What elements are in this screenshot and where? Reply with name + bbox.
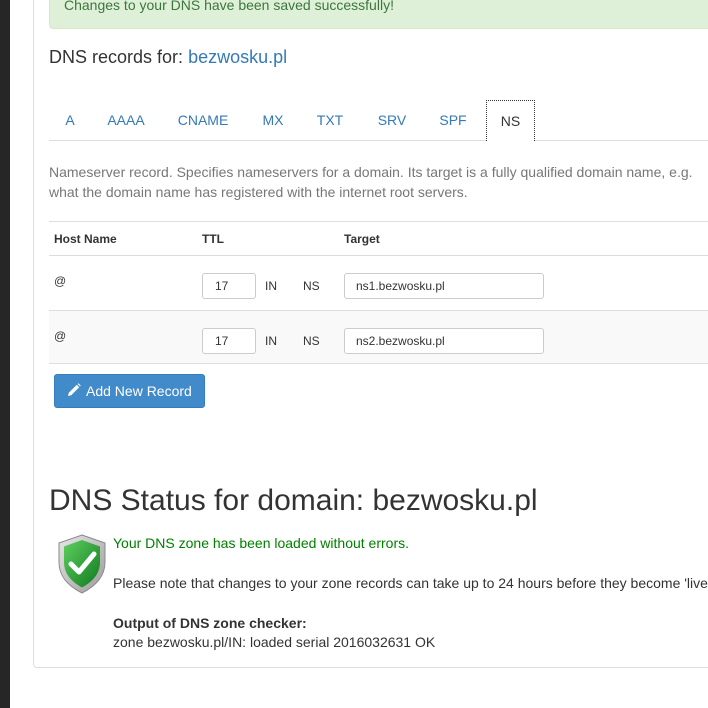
table-row: @ 17 IN NS ns2.bezwosku.pl xyxy=(49,310,708,364)
header-host-name: Host Name xyxy=(54,232,117,246)
description-line-2: what the domain name has registered with… xyxy=(49,184,468,200)
zone-loaded-message: Your DNS zone has been loaded without er… xyxy=(113,535,409,551)
record-type-cell: NS xyxy=(303,334,320,348)
records-title-prefix: DNS records for: xyxy=(49,47,184,67)
shield-check-icon xyxy=(58,534,106,594)
host-name-cell: @ xyxy=(54,274,67,288)
success-alert: Changes to your DNS have been saved succ… xyxy=(49,0,708,29)
table-row: @ 17 IN NS ns1.bezwosku.pl xyxy=(49,255,708,310)
add-new-record-label: Add New Record xyxy=(86,383,192,399)
header-target: Target xyxy=(344,232,380,246)
tab-txt[interactable]: TXT xyxy=(309,100,351,141)
tab-aaaa[interactable]: AAAA xyxy=(96,100,156,141)
header-ttl: TTL xyxy=(202,232,224,246)
target-input[interactable]: ns2.bezwosku.pl xyxy=(344,328,544,354)
records-title: DNS records for: bezwosku.pl xyxy=(49,47,287,68)
description-line-1: Nameserver record. Specifies nameservers… xyxy=(49,164,693,180)
pencil-icon xyxy=(68,383,81,396)
record-class-cell: IN xyxy=(265,334,277,348)
ttl-input[interactable]: 17 xyxy=(202,273,256,299)
propagation-note: Please note that changes to your zone re… xyxy=(113,575,708,591)
zone-checker-output: zone bezwosku.pl/IN: loaded serial 20160… xyxy=(113,634,436,650)
host-name-cell: @ xyxy=(54,329,67,343)
target-input[interactable]: ns1.bezwosku.pl xyxy=(344,273,544,299)
record-type-cell: NS xyxy=(303,279,320,293)
record-class-cell: IN xyxy=(265,279,277,293)
tab-mx[interactable]: MX xyxy=(252,100,294,141)
left-sidebar-edge xyxy=(0,0,10,708)
records-domain-link[interactable]: bezwosku.pl xyxy=(188,47,287,67)
table-header-row: Host Name TTL Target xyxy=(49,221,708,255)
zone-checker-label: Output of DNS zone checker: xyxy=(113,615,307,631)
tab-spf[interactable]: SPF xyxy=(431,100,475,141)
record-type-tabs: A AAAA CNAME MX TXT SRV SPF NS xyxy=(49,100,708,141)
tab-cname[interactable]: CNAME xyxy=(169,100,237,141)
alert-message: Changes to your DNS have been saved succ… xyxy=(64,0,394,13)
dns-status-title: DNS Status for domain: bezwosku.pl xyxy=(49,484,538,517)
tab-srv[interactable]: SRV xyxy=(370,100,414,141)
tab-a[interactable]: A xyxy=(49,100,91,141)
add-new-record-button[interactable]: Add New Record xyxy=(54,374,205,408)
record-description: Nameserver record. Specifies nameservers… xyxy=(49,162,708,202)
ttl-input[interactable]: 17 xyxy=(202,328,256,354)
tab-ns[interactable]: NS xyxy=(486,100,535,141)
